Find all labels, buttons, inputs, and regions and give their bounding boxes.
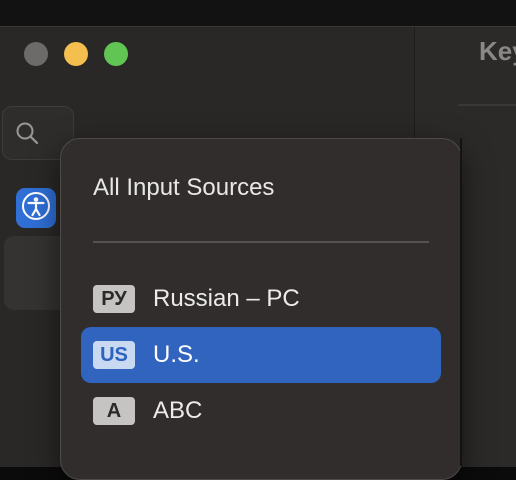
accessibility-icon	[21, 191, 51, 226]
menu-item-label: U.S.	[153, 341, 200, 368]
zoom-window-button[interactable]	[104, 42, 128, 66]
menu-item-abc[interactable]: A ABC	[81, 383, 441, 439]
menu-item-label: ABC	[153, 397, 203, 424]
menu-shadow-edge	[460, 138, 462, 466]
input-source-badge: A	[93, 397, 135, 425]
menu-separator	[93, 241, 429, 243]
sidebar-item-accessibility[interactable]	[16, 188, 56, 228]
menu-item-russian-pc[interactable]: РУ Russian – PC	[81, 271, 441, 327]
input-sources-menu: All Input Sources РУ Russian – PC US U.S…	[60, 138, 462, 480]
main-panel-edge	[458, 104, 516, 106]
menu-item-label: Russian – PC	[153, 285, 300, 312]
close-window-button[interactable]	[24, 42, 48, 66]
minimize-window-button[interactable]	[64, 42, 88, 66]
input-source-badge: РУ	[93, 285, 135, 313]
input-source-badge: US	[93, 341, 135, 369]
desktop-background	[0, 0, 516, 26]
page-title: Key	[479, 36, 516, 66]
menu-item-us[interactable]: US U.S.	[81, 327, 441, 383]
menu-header-all-input-sources[interactable]: All Input Sources	[93, 174, 274, 202]
search-icon	[15, 121, 39, 145]
